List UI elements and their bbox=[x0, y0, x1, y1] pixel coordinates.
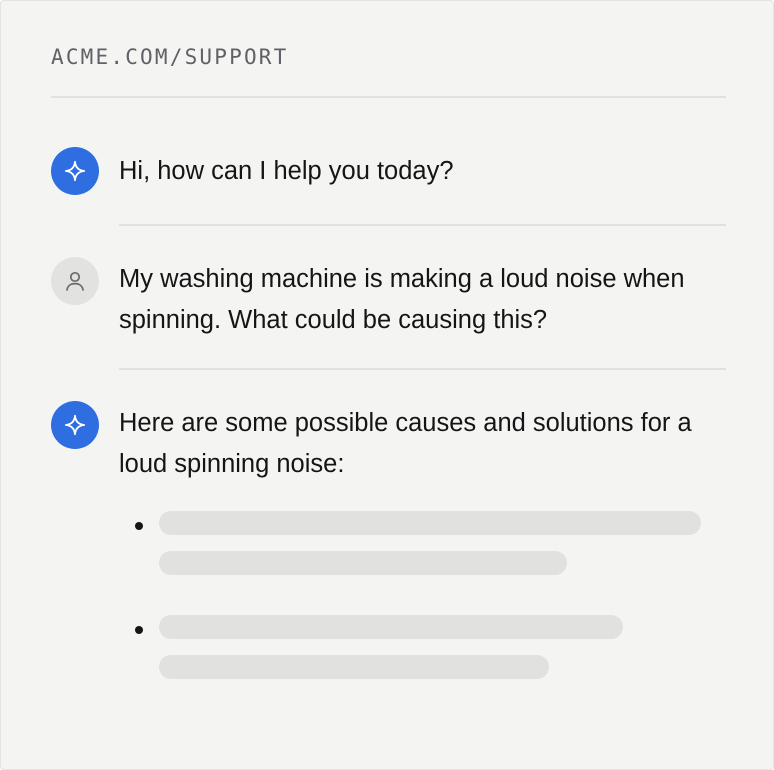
user-message: My washing machine is making a loud nois… bbox=[119, 265, 685, 334]
list-bullet bbox=[135, 626, 143, 634]
user-avatar bbox=[51, 257, 99, 305]
assistant-message: Hi, how can I help you today? bbox=[119, 157, 454, 185]
header-divider bbox=[51, 96, 726, 98]
skeleton-line bbox=[159, 511, 701, 535]
sparkle-icon bbox=[64, 414, 86, 436]
support-chat-panel: ACME.COM/SUPPORT Hi, how can I help you … bbox=[0, 0, 774, 770]
message-divider bbox=[119, 368, 726, 370]
skeleton-line bbox=[159, 615, 623, 639]
site-url: ACME.COM/SUPPORT bbox=[51, 45, 289, 69]
assistant-avatar bbox=[51, 401, 99, 449]
assistant-avatar bbox=[51, 147, 99, 195]
skeleton-line bbox=[159, 655, 549, 679]
skeleton-line bbox=[159, 551, 567, 575]
sparkle-icon bbox=[64, 160, 86, 182]
assistant-message: Here are some possible causes and soluti… bbox=[119, 409, 692, 478]
list-bullet bbox=[135, 522, 143, 530]
user-icon bbox=[66, 271, 84, 291]
message-divider bbox=[119, 224, 726, 226]
